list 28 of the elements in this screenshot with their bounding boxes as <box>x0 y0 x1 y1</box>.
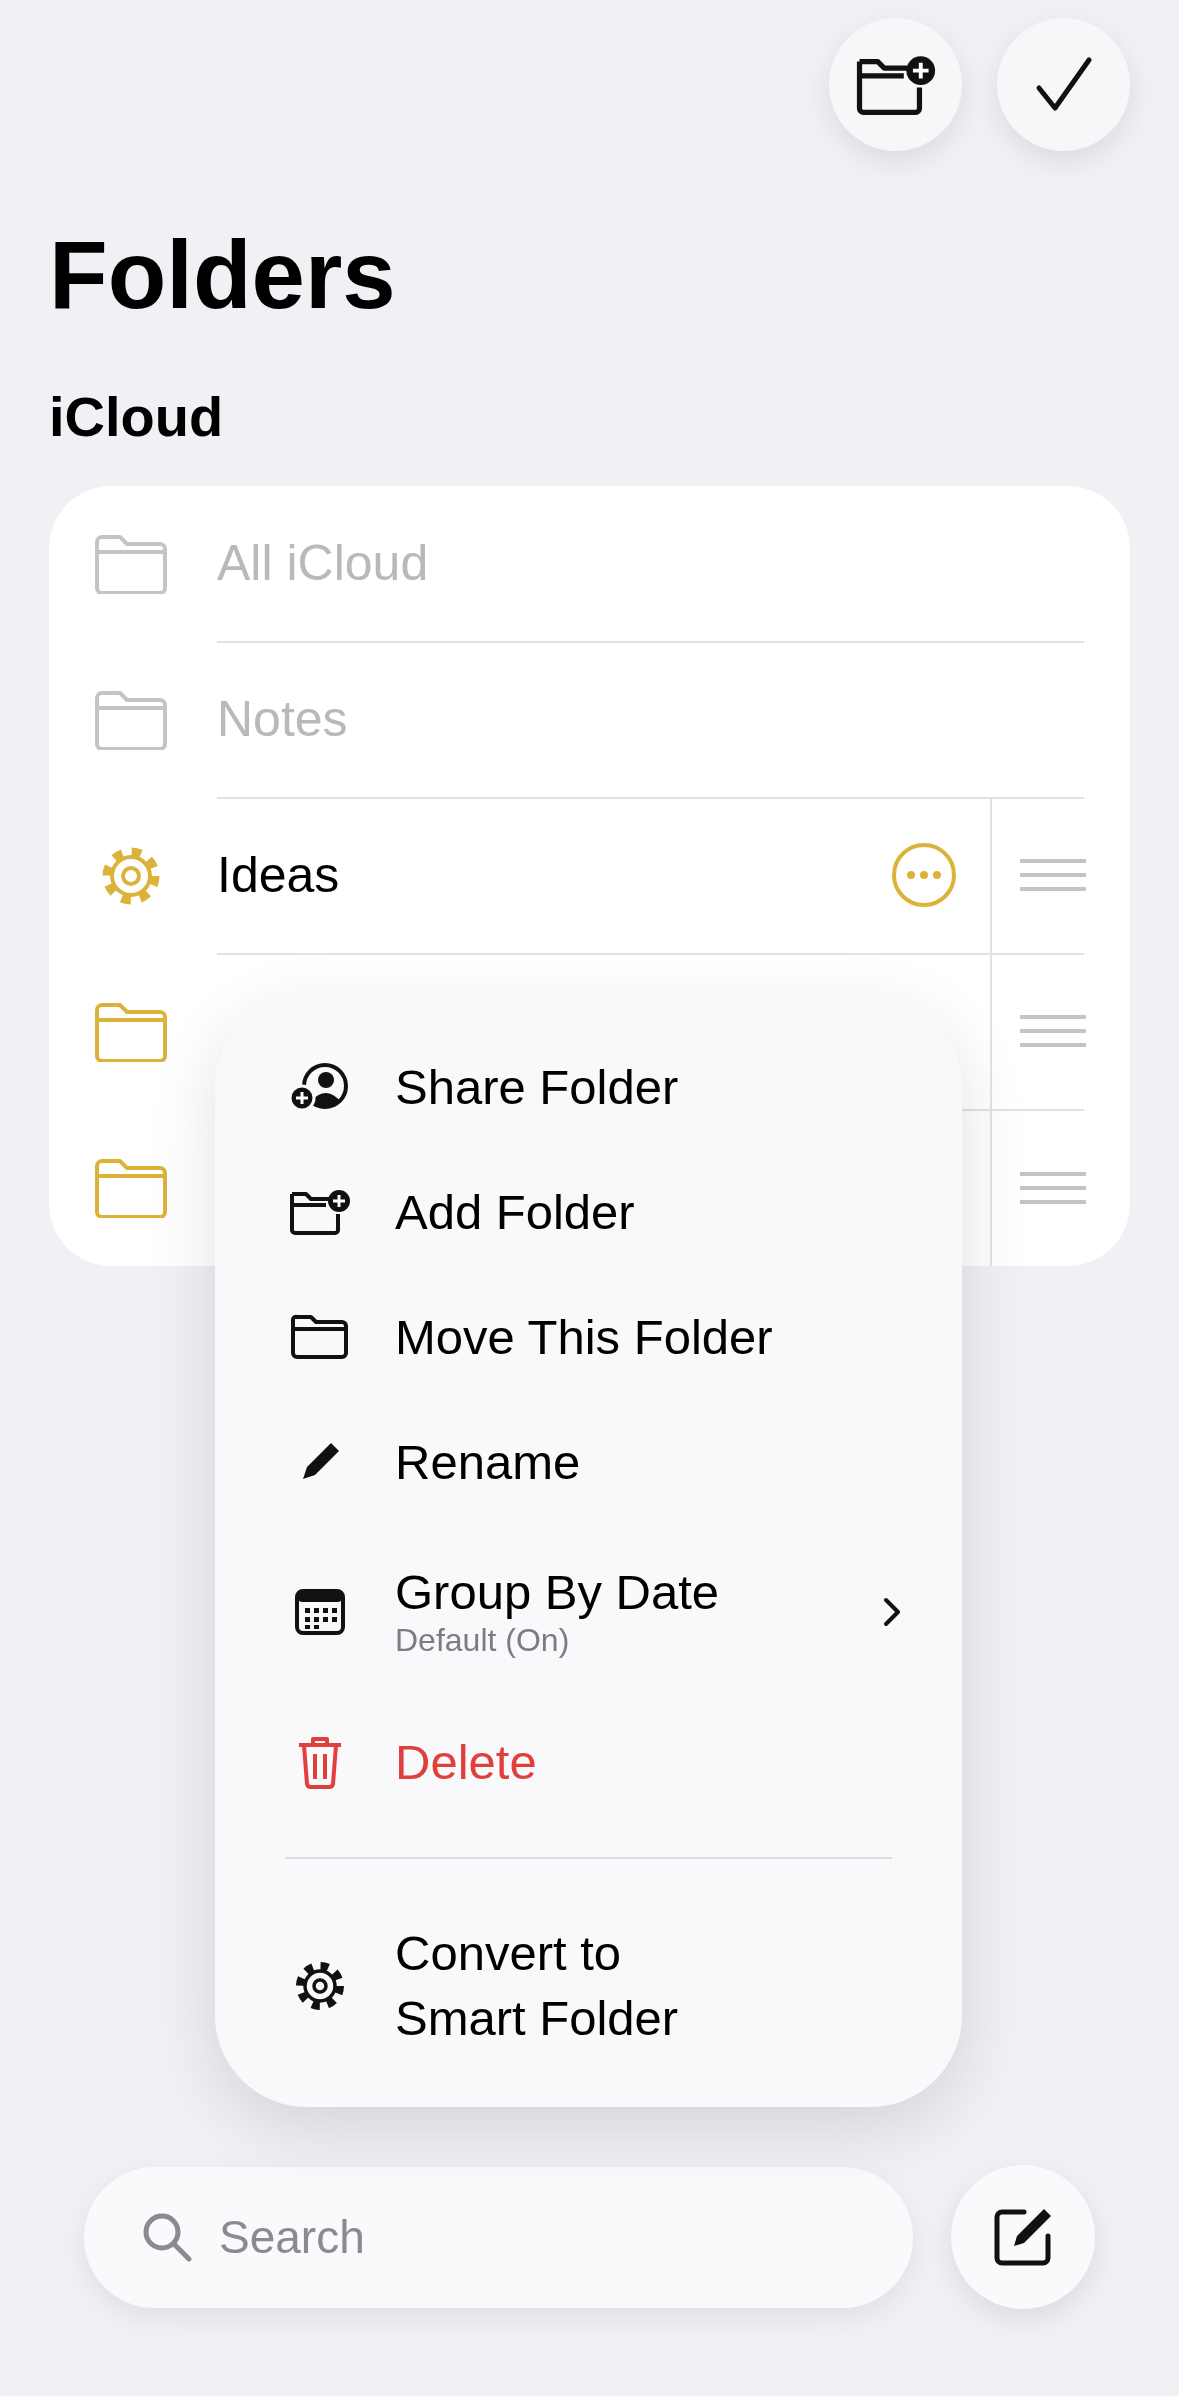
section-header: iCloud <box>49 387 225 447</box>
drag-handle-icon[interactable] <box>1020 858 1086 892</box>
folder-icon <box>94 534 168 594</box>
menu-item[interactable]: Convert to Smart Folder <box>215 1921 962 2051</box>
menu-item[interactable]: Share Folder <box>215 1024 962 1149</box>
drag-handle-icon[interactable] <box>1020 1014 1086 1048</box>
menu-item[interactable]: Group By Date Default (On) <box>215 1524 962 1699</box>
folder-name[interactable]: Ideas <box>217 846 890 904</box>
search-field[interactable]: Search <box>84 2166 913 2308</box>
folder-icon <box>94 690 168 750</box>
menu-item[interactable]: Move This Folder <box>215 1274 962 1399</box>
folder-icon <box>94 1002 168 1062</box>
menu-item[interactable]: Rename <box>215 1399 962 1524</box>
folder-icon <box>94 1158 168 1218</box>
search-input[interactable]: Search <box>217 2209 821 2265</box>
drag-handle-icon[interactable] <box>1020 1171 1086 1205</box>
page-title: Folders <box>49 223 397 327</box>
folder-plus-icon <box>287 1187 353 1236</box>
menu-item[interactable]: Add Folder <box>215 1149 962 1274</box>
folder-icon <box>291 1313 349 1360</box>
more-button[interactable] <box>890 841 958 909</box>
share-person-icon <box>289 1061 351 1112</box>
checkmark-icon <box>1034 55 1093 114</box>
menu-item[interactable]: Delete <box>215 1699 962 1824</box>
chevron-right-icon <box>882 1595 902 1628</box>
calendar-icon <box>294 1587 346 1636</box>
gear-icon <box>293 1959 347 2013</box>
search-icon <box>141 2211 193 2263</box>
